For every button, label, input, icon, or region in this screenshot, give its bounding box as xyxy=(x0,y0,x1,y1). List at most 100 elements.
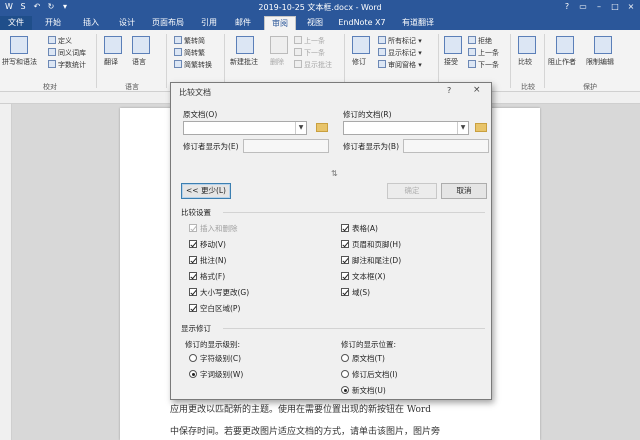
track-changes-icon[interactable] xyxy=(352,36,370,54)
accept-icon[interactable] xyxy=(444,36,462,54)
new-comment-button[interactable]: 新建批注 xyxy=(230,58,258,67)
minimize-icon[interactable]: – xyxy=(592,1,606,13)
radio-option[interactable]: 原文档(T) xyxy=(341,353,385,364)
show-comments-button[interactable]: 显示批注 xyxy=(294,60,332,70)
language-button[interactable]: 语言 xyxy=(132,58,146,67)
convert-icon xyxy=(174,60,182,68)
radio-option[interactable]: 修订后文档(I) xyxy=(341,369,398,380)
checkbox-icon[interactable] xyxy=(341,256,349,264)
radio-icon[interactable] xyxy=(341,370,349,378)
browse-original-folder-icon[interactable] xyxy=(316,123,328,132)
checkbox-icon[interactable] xyxy=(189,304,197,312)
checkbox-icon[interactable] xyxy=(341,224,349,232)
revised-document-combo[interactable]: ▼ xyxy=(343,121,469,135)
setting-checkbox[interactable]: 文本框(X) xyxy=(341,271,386,282)
tab-layout[interactable]: 页面布局 xyxy=(148,16,188,30)
checkbox-icon[interactable] xyxy=(189,288,197,296)
s2t-button[interactable]: 简转繁 xyxy=(174,48,205,58)
markup-select[interactable]: 所有标记 ▾ xyxy=(378,36,422,46)
accept-button[interactable]: 接受 xyxy=(444,58,458,67)
tab-design[interactable]: 设计 xyxy=(114,16,140,30)
thesaurus-button[interactable]: 同义词库 xyxy=(48,48,86,58)
track-changes-button[interactable]: 修订 xyxy=(352,58,366,67)
original-document-label: 原文档(O) xyxy=(183,110,218,119)
help-icon[interactable]: ? xyxy=(560,1,574,13)
cancel-button[interactable]: 取消 xyxy=(441,183,487,199)
word-count-button[interactable]: 字数统计 xyxy=(48,60,86,70)
radio-option[interactable]: 新文档(U) xyxy=(341,385,386,396)
setting-checkbox[interactable]: 插入和删除 xyxy=(189,223,238,234)
spell-grammar-button[interactable]: 拼写和语法 xyxy=(2,58,37,67)
translate-icon[interactable] xyxy=(104,36,122,54)
delete-comment-button[interactable]: 删除 xyxy=(270,58,284,67)
maximize-icon[interactable]: □ xyxy=(608,1,622,13)
tab-insert[interactable]: 插入 xyxy=(78,16,104,30)
radio-icon[interactable] xyxy=(189,354,197,362)
close-icon[interactable]: × xyxy=(624,1,638,13)
revised-author-field[interactable] xyxy=(403,139,489,153)
t2s-button[interactable]: 繁转简 xyxy=(174,36,205,46)
tab-view[interactable]: 视图 xyxy=(302,16,328,30)
setting-checkbox[interactable]: 空白区域(P) xyxy=(189,303,240,314)
tab-file[interactable]: 文件 xyxy=(0,16,32,30)
block-authors-icon[interactable] xyxy=(556,36,574,54)
original-document-combo[interactable]: ▼ xyxy=(183,121,307,135)
swap-documents-icon[interactable]: ⇅ xyxy=(331,169,338,178)
compare-icon[interactable] xyxy=(518,36,536,54)
block-authors-button[interactable]: 阻止作者 xyxy=(548,58,576,67)
setting-checkbox[interactable]: 脚注和尾注(D) xyxy=(341,255,401,266)
ok-button[interactable]: 确定 xyxy=(387,183,437,199)
original-author-field[interactable] xyxy=(243,139,329,153)
tab-mailings[interactable]: 邮件 xyxy=(230,16,256,30)
next-change-button[interactable]: 下一条 xyxy=(468,60,499,70)
chevron-down-icon[interactable]: ▼ xyxy=(457,122,468,134)
checkbox-icon[interactable] xyxy=(189,272,197,280)
tab-review[interactable]: 审阅 xyxy=(264,16,296,30)
translate-button[interactable]: 翻译 xyxy=(104,58,118,67)
vertical-ruler[interactable] xyxy=(0,104,12,440)
define-button[interactable]: 定义 xyxy=(48,36,72,46)
setting-checkbox[interactable]: 移动(V) xyxy=(189,239,226,250)
review-pane-button[interactable]: 审阅窗格 ▾ xyxy=(378,60,422,70)
convert-button[interactable]: 简繁转换 xyxy=(174,60,212,70)
setting-checkbox[interactable]: 域(S) xyxy=(341,287,370,298)
ribbon-display-icon[interactable]: ▭ xyxy=(576,1,590,13)
setting-checkbox[interactable]: 批注(N) xyxy=(189,255,226,266)
less-button[interactable]: << 更少(L) xyxy=(181,183,231,199)
radio-icon[interactable] xyxy=(189,370,197,378)
prev-comment-button[interactable]: 上一条 xyxy=(294,36,325,46)
setting-checkbox[interactable]: 格式(F) xyxy=(189,271,225,282)
setting-checkbox[interactable]: 表格(A) xyxy=(341,223,378,234)
chevron-down-icon[interactable]: ▼ xyxy=(295,122,306,134)
language-icon[interactable] xyxy=(132,36,150,54)
dialog-help-icon[interactable]: ? xyxy=(447,86,451,95)
radio-label: 字符级别(C) xyxy=(200,354,242,363)
tab-youdao[interactable]: 有道翻译 xyxy=(396,16,440,30)
spell-check-icon[interactable] xyxy=(10,36,28,54)
restrict-editing-button[interactable]: 限制编辑 xyxy=(586,58,614,67)
checkbox-icon[interactable] xyxy=(189,256,197,264)
checkbox-icon[interactable] xyxy=(341,272,349,280)
radio-option[interactable]: 字词级别(W) xyxy=(189,369,243,380)
next-comment-button[interactable]: 下一条 xyxy=(294,48,325,58)
new-comment-icon[interactable] xyxy=(236,36,254,54)
browse-revised-folder-icon[interactable] xyxy=(475,123,487,132)
compare-button[interactable]: 比较 xyxy=(518,58,532,67)
tab-home[interactable]: 开始 xyxy=(40,16,66,30)
checkbox-icon[interactable] xyxy=(341,240,349,248)
radio-icon[interactable] xyxy=(341,386,349,394)
dialog-close-icon[interactable]: × xyxy=(473,85,481,95)
setting-checkbox[interactable]: 大小写更改(G) xyxy=(189,287,249,298)
reject-button[interactable]: 拒绝 xyxy=(468,36,492,46)
checkbox-icon[interactable] xyxy=(189,240,197,248)
prev-change-button[interactable]: 上一条 xyxy=(468,48,499,58)
radio-option[interactable]: 字符级别(C) xyxy=(189,353,241,364)
restrict-editing-icon[interactable] xyxy=(594,36,612,54)
tab-references[interactable]: 引用 xyxy=(196,16,222,30)
show-markup-button[interactable]: 显示标记 ▾ xyxy=(378,48,422,58)
setting-checkbox[interactable]: 页眉和页脚(H) xyxy=(341,239,401,250)
tab-endnote[interactable]: EndNote X7 xyxy=(334,16,390,30)
checkbox-icon[interactable] xyxy=(341,288,349,296)
checkbox-icon[interactable] xyxy=(189,224,197,232)
radio-icon[interactable] xyxy=(341,354,349,362)
